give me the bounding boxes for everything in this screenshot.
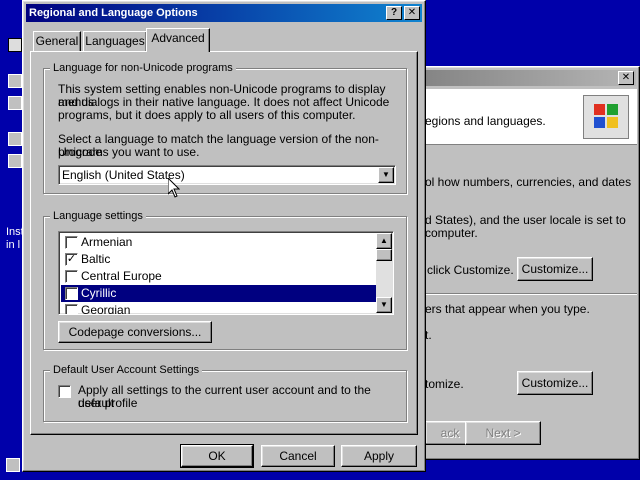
list-item-armenian[interactable]: Armenian [61, 234, 377, 251]
mouse-cursor-icon [168, 178, 180, 198]
tab-advanced[interactable]: Advanced [146, 28, 210, 52]
desktop-side-text-2: in l [6, 239, 21, 251]
apply-button[interactable]: Apply [341, 445, 417, 467]
desktop-computer-icon[interactable] [8, 74, 22, 88]
ok-button[interactable]: OK [180, 444, 254, 468]
next-nav-button[interactable]: Next > [465, 421, 541, 445]
list-item-label: Baltic [81, 252, 111, 266]
list-item-label: Georgian [81, 303, 131, 315]
customize-button-2[interactable]: Customize... [517, 371, 593, 395]
dialog-title: Regional and Language Options [29, 7, 198, 19]
desktop-notepad-icon[interactable] [8, 38, 22, 52]
central-europe-checkbox[interactable] [65, 270, 78, 283]
list-item-georgian[interactable]: Georgian [61, 302, 377, 315]
back-window-line-5: click Customize. [427, 263, 514, 277]
customize-button-1[interactable]: Customize... [517, 257, 593, 281]
list-item-baltic[interactable]: ✓ Baltic [61, 251, 377, 268]
back-window-line-4: computer. [425, 226, 478, 240]
list-item-label: Central Europe [81, 269, 162, 283]
back-window-line-2: ol how numbers, currencies, and dates [425, 175, 632, 189]
language-settings-group: Language settings Armenian ✓ Baltic Cent… [43, 209, 407, 350]
non-unicode-desc-line-3: programs, but it does apply to all users… [58, 108, 356, 122]
back-window-divider [425, 293, 637, 295]
code-page-list[interactable]: Armenian ✓ Baltic Central Europe ✓ Cyril… [58, 231, 394, 315]
scroll-down-icon[interactable]: ▼ [376, 297, 392, 313]
windows-flag-icon [583, 95, 629, 139]
back-window-line-8: tomize. [425, 377, 464, 391]
scroll-thumb[interactable] [376, 249, 392, 261]
baltic-checkbox[interactable]: ✓ [65, 253, 78, 266]
tab-general[interactable]: General [33, 31, 81, 51]
help-icon[interactable]: ? [386, 6, 402, 20]
back-window: ✕ egions and languages. ol how numbers, … [400, 66, 640, 460]
back-window-close-icon[interactable]: ✕ [618, 71, 634, 85]
codepage-conversions-button[interactable]: Codepage conversions... [58, 321, 212, 343]
scroll-up-icon[interactable]: ▲ [376, 233, 392, 249]
list-scrollbar[interactable]: ▲ ▼ [376, 233, 392, 313]
georgian-checkbox[interactable] [65, 304, 78, 314]
cyrillic-checkbox[interactable]: ✓ [65, 287, 78, 300]
back-window-line-7: t. [425, 328, 432, 342]
non-unicode-group: Language for non-Unicode programs This s… [43, 61, 407, 194]
desktop-folder-icon[interactable] [8, 96, 22, 110]
back-window-line-1: egions and languages. [425, 114, 546, 128]
apply-all-label-line-2: user profile [78, 396, 138, 410]
back-window-banner: egions and languages. [425, 89, 637, 145]
back-window-line-6: ers that appear when you type. [425, 302, 590, 316]
desktop-network-icon[interactable] [8, 154, 22, 168]
back-window-titlebar: ✕ [404, 70, 636, 86]
language-select[interactable]: English (United States) ▼ [58, 165, 396, 185]
chevron-down-icon[interactable]: ▼ [378, 167, 394, 183]
tab-languages[interactable]: Languages [83, 31, 147, 51]
default-user-group-title: Default User Account Settings [50, 363, 203, 377]
non-unicode-group-title: Language for non-Unicode programs [50, 61, 236, 75]
close-icon[interactable]: ✕ [404, 6, 420, 20]
apply-all-checkbox[interactable] [58, 385, 71, 398]
list-item-cyrillic[interactable]: ✓ Cyrillic [61, 285, 377, 302]
advanced-tab-panel: Language for non-Unicode programs This s… [30, 51, 418, 435]
language-settings-group-title: Language settings [50, 209, 146, 223]
list-item-central-europe[interactable]: Central Europe [61, 268, 377, 285]
desktop-monitor-icon[interactable] [8, 132, 22, 146]
non-unicode-prompt-line-2: programs you want to use. [58, 145, 200, 159]
language-select-value: English (United States) [62, 168, 185, 182]
list-item-label: Armenian [81, 235, 133, 249]
list-item-label: Cyrillic [81, 286, 117, 300]
armenian-checkbox[interactable] [65, 236, 78, 249]
regional-options-dialog: Regional and Language Options ? ✕ Genera… [22, 0, 426, 472]
default-user-group: Default User Account Settings Apply all … [43, 363, 407, 422]
dialog-titlebar: Regional and Language Options ? ✕ [26, 4, 422, 22]
cancel-button[interactable]: Cancel [261, 445, 335, 467]
desktop-bottom-icon[interactable] [6, 458, 20, 472]
